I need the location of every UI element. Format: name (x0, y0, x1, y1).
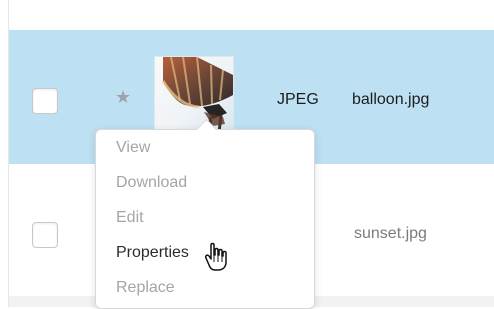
file-name[interactable]: balloon.jpg (352, 90, 429, 110)
previous-file-row (9, 0, 494, 31)
menu-item-view[interactable]: View (116, 138, 150, 158)
menu-item-edit[interactable]: Edit (116, 208, 144, 228)
pointing-hand-cursor-icon (203, 242, 231, 272)
menu-item-replace[interactable]: Replace (116, 278, 175, 298)
row-checkbox[interactable] (32, 222, 58, 248)
menu-item-download[interactable]: Download (116, 173, 187, 193)
row-checkbox[interactable] (32, 88, 58, 114)
file-context-menu: View Download Edit Properties Replace (95, 118, 315, 309)
hot-air-balloon-thumbnail[interactable] (154, 56, 234, 134)
file-type: JPEG (277, 91, 319, 108)
file-name[interactable]: sunset.jpg (354, 224, 427, 244)
star-icon[interactable]: ★ (115, 87, 131, 107)
menu-item-properties[interactable]: Properties (116, 243, 189, 263)
